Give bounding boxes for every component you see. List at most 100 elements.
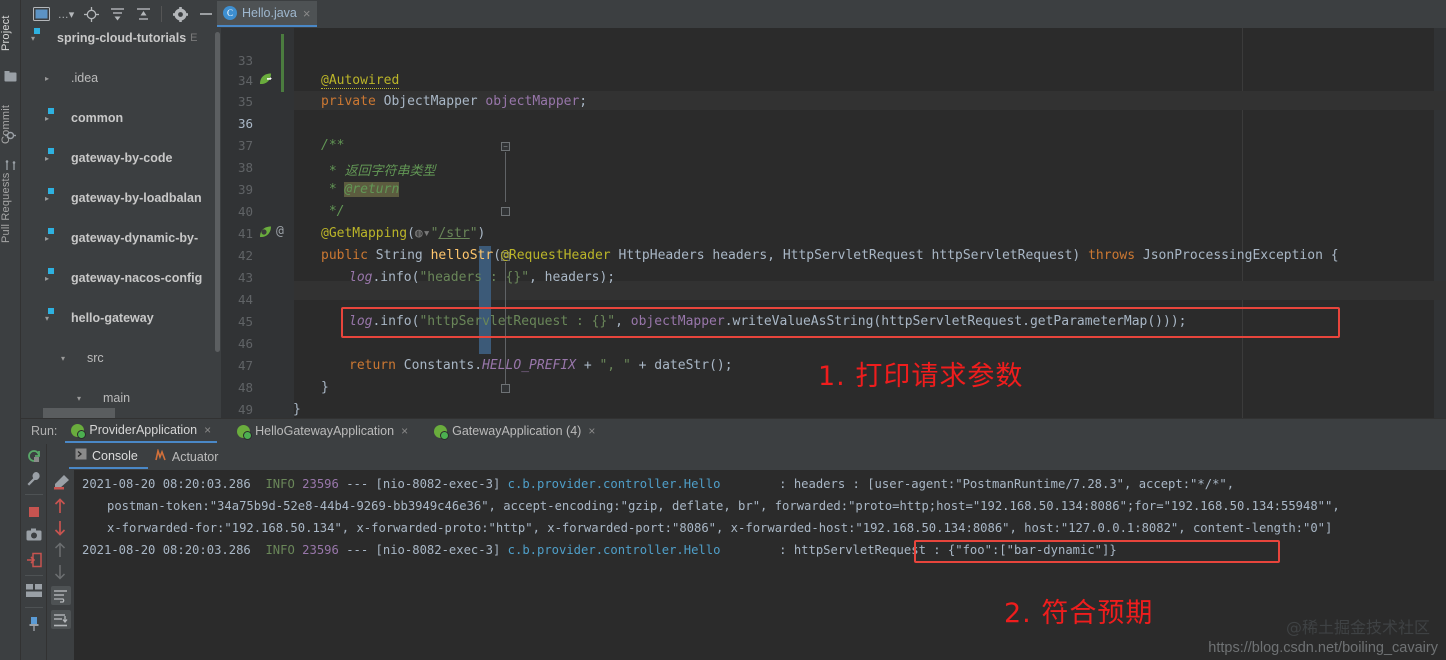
hide-icon[interactable]: [194, 3, 218, 25]
tab-console[interactable]: Console: [69, 444, 148, 469]
run-tab-label: GatewayApplication (4): [452, 424, 582, 438]
project-widget-icon[interactable]: [29, 3, 53, 25]
code-line-35: private ObjectMapper objectMapper;: [321, 94, 588, 109]
close-icon[interactable]: ×: [303, 6, 311, 21]
tree-row-idea[interactable]: ▸ .idea: [21, 68, 221, 88]
rerun-icon[interactable]: [26, 448, 42, 464]
settings-wrench-icon[interactable]: [26, 471, 42, 487]
spring-bean-gutter-icon[interactable]: [259, 72, 274, 91]
pin-icon[interactable]: [26, 616, 42, 632]
layout-icon[interactable]: [26, 584, 42, 600]
chevron-right-icon[interactable]: ▸: [41, 194, 53, 203]
chevron-down-icon[interactable]: ▾: [73, 394, 85, 403]
tree-row-src[interactable]: ▾ src: [21, 348, 221, 368]
fold-method-end[interactable]: [501, 384, 510, 393]
close-icon[interactable]: ×: [588, 424, 595, 438]
annotation-box-2: [914, 540, 1280, 563]
chevron-right-icon[interactable]: ▸: [41, 274, 53, 283]
scroll-to-end-icon[interactable]: [51, 610, 71, 629]
stop-icon[interactable]: [26, 504, 42, 520]
run-tab-gateway-application[interactable]: GatewayApplication (4) ×: [428, 419, 601, 443]
console-actions-bar: [48, 470, 74, 660]
code-line-47: return Constants.HELLO_PREFIX + ", " + d…: [349, 358, 733, 373]
tree-row-suffix: E: [190, 32, 198, 44]
line-number: 37: [237, 138, 253, 153]
tree-row-hello-gateway[interactable]: ▾ hello-gateway: [21, 308, 221, 328]
tab-actuator[interactable]: Actuator: [148, 444, 229, 469]
run-tab-hello-gateway-application[interactable]: HelloGatewayApplication ×: [231, 419, 414, 443]
code-editor[interactable]: 33 34 35 36 37 38 39 40 41 42 43 44 45 4…: [221, 28, 1446, 418]
run-label: Run:: [31, 424, 58, 438]
chevron-down-icon[interactable]: ▾: [57, 354, 69, 363]
code-line-40: */: [321, 204, 345, 219]
up-arrow-disabled-icon[interactable]: [53, 542, 69, 558]
collapse-all-icon[interactable]: [131, 3, 155, 25]
annotation-label-1: 1. 打印请求参数: [818, 361, 1024, 392]
expand-all-icon[interactable]: [105, 3, 129, 25]
spring-endpoint-gutter-icon[interactable]: [259, 225, 274, 244]
chevron-right-icon[interactable]: ▸: [41, 234, 53, 243]
commit-icon: [5, 128, 16, 140]
log-message: headers : [user-agent:"PostmanRuntime/7.…: [793, 477, 1235, 491]
up-arrow-icon[interactable]: [53, 498, 69, 514]
fold-marker-end[interactable]: [501, 207, 510, 216]
camera-icon[interactable]: [26, 528, 42, 544]
folder-icon: [85, 392, 99, 404]
chevron-right-icon[interactable]: ▸: [41, 114, 53, 123]
code-line-39: * @return: [321, 182, 400, 197]
tree-row-gateway-nacos-config[interactable]: ▸ gateway-nacos-config: [21, 268, 221, 288]
down-arrow-icon[interactable]: [53, 520, 69, 536]
tree-row-gateway-by-code[interactable]: ▸ gateway-by-code: [21, 148, 221, 168]
chevron-down-icon[interactable]: ▾: [27, 34, 39, 43]
project-tree[interactable]: ▾ spring-cloud-tutorials E ▸ .idea ▸ com…: [21, 28, 221, 418]
settings-gear-icon[interactable]: [168, 3, 192, 25]
run-actions-bar: [21, 444, 47, 660]
log-logger: c.b.provider.controller.Hello: [507, 477, 721, 491]
tree-row-label: hello-gateway: [71, 311, 154, 325]
left-tool-strip: Project Commit Pull Requests: [0, 0, 21, 660]
code-line-48: }: [321, 380, 329, 395]
run-tab-provider-application[interactable]: ProviderApplication ×: [65, 419, 218, 443]
locate-icon[interactable]: [79, 3, 103, 25]
sidebar-item-project[interactable]: Project: [0, 2, 21, 64]
tree-row-label: src: [87, 351, 104, 365]
console-icon: [75, 448, 87, 463]
tree-row-label: common: [71, 111, 124, 125]
close-icon[interactable]: ×: [401, 424, 408, 438]
tree-row-gateway-by-loadbalancer[interactable]: ▸ gateway-by-loadbalan: [21, 188, 221, 208]
sidebar-item-pull-requests[interactable]: Pull Requests: [0, 160, 21, 256]
java-class-icon: C: [223, 6, 237, 20]
tree-row-gateway-dynamic-by[interactable]: ▸ gateway-dynamic-by-: [21, 228, 221, 248]
log-line-2: postman-token:"34a75b9d-52e8-44b4-9269-b…: [107, 499, 1340, 513]
line-number: 38: [237, 160, 253, 175]
fold-marker-collapse[interactable]: −: [501, 142, 510, 151]
idea-window: Project Commit Pull Requests …▾ C Hello.…: [0, 0, 1446, 660]
override-marker-icon[interactable]: @: [276, 224, 284, 239]
log-message-continuation: postman-token:"34a75b9d-52e8-44b4-9269-b…: [107, 499, 1340, 513]
inspection-gutter[interactable]: [1434, 28, 1446, 418]
close-icon[interactable]: ×: [204, 423, 211, 437]
tree-scrollbar[interactable]: [215, 32, 220, 352]
soft-wrap-icon[interactable]: [51, 586, 71, 605]
chevron-right-icon[interactable]: ▸: [41, 74, 53, 83]
editor-tab-hello-java[interactable]: C Hello.java ×: [217, 1, 318, 27]
line-number: 36: [237, 116, 253, 131]
tree-row-main[interactable]: ▾ main: [21, 388, 221, 408]
log-level: INFO: [265, 543, 295, 557]
sidebar-item-commit[interactable]: Commit: [0, 90, 21, 158]
chevron-right-icon[interactable]: ▸: [41, 154, 53, 163]
down-arrow-disabled-icon[interactable]: [53, 564, 69, 580]
expand-dropdown-icon[interactable]: …▾: [55, 3, 77, 25]
tab-console-label: Console: [92, 448, 138, 463]
actuator-icon: [154, 448, 167, 464]
line-number: 41: [237, 226, 253, 241]
tree-row-spring-cloud-tutorials[interactable]: ▾ spring-cloud-tutorials E: [21, 28, 221, 48]
console-output[interactable]: 2021-08-20 08:20:03.286 INFO 23596 --- […: [74, 470, 1446, 660]
annotation-box-1: [341, 307, 1340, 338]
line-number: 34: [237, 73, 253, 88]
chevron-down-icon[interactable]: ▾: [41, 314, 53, 323]
log-sep: ---: [346, 543, 369, 557]
highlight-pen-icon[interactable]: [53, 474, 69, 490]
thread-dump-icon[interactable]: [26, 552, 42, 568]
tree-row-common[interactable]: ▸ common: [21, 108, 221, 128]
